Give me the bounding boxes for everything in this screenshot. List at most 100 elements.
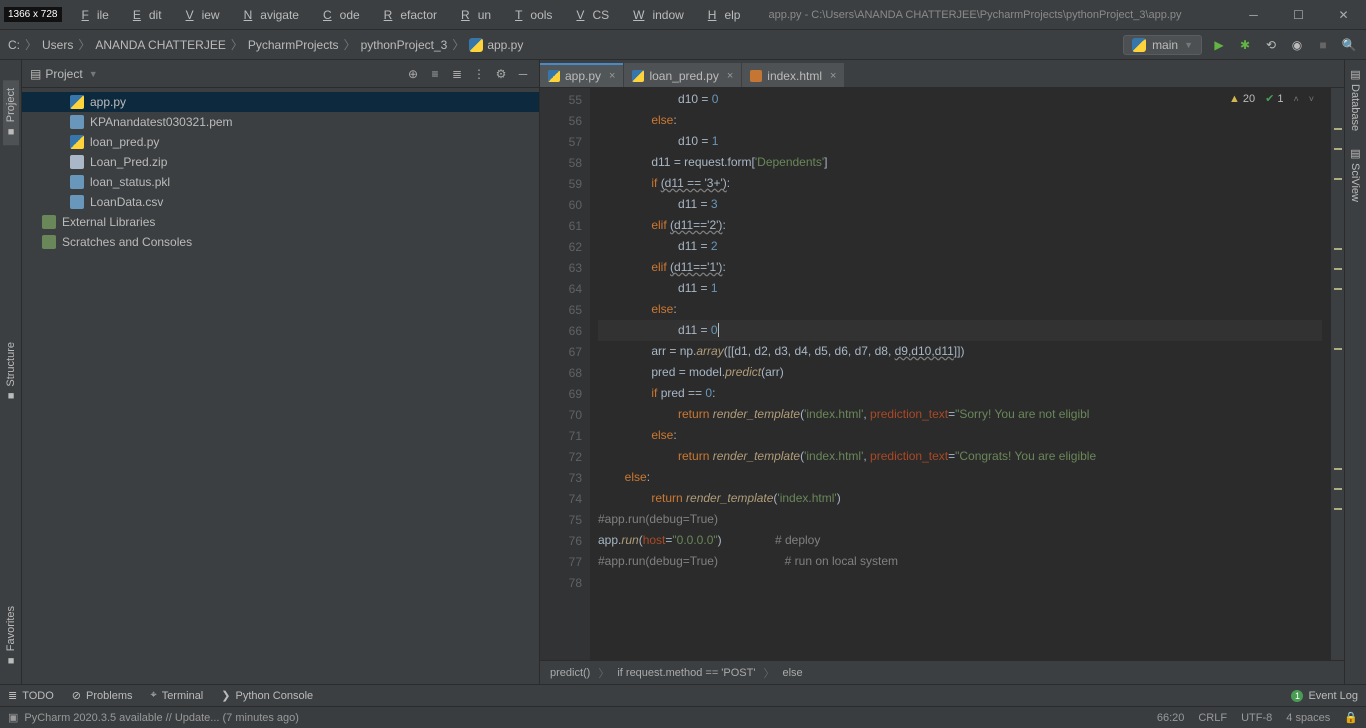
code-breadcrumb-segment[interactable]: predict() <box>550 667 590 679</box>
chevron-down-icon[interactable]: ˅ <box>1309 92 1314 105</box>
line-gutter: 5556575859606162636465666768697071727374… <box>540 88 590 660</box>
tool-terminal[interactable]: ⌖Terminal <box>150 689 203 702</box>
tool-python-console[interactable]: ❯Python Console <box>221 689 313 702</box>
tree-item[interactable]: loan_status.pkl <box>22 172 539 192</box>
breadcrumb-segment[interactable]: ANANDA CHATTERJEE <box>95 38 225 52</box>
sidebar-title: Project <box>45 67 82 81</box>
tool-tab-structure[interactable]: ■ Structure <box>3 334 19 410</box>
tree-item[interactable]: Scratches and Consoles <box>22 232 539 252</box>
run-with-coverage-button[interactable]: ⟲ <box>1262 36 1280 54</box>
editor-tab[interactable]: app.py × <box>540 63 623 87</box>
tree-item-label: loan_status.pkl <box>90 175 170 189</box>
divider-icon: ⋮ <box>471 66 487 82</box>
project-tree[interactable]: app.py KPAnandatest030321.pemloan_pred.py… <box>22 88 539 256</box>
file-icon <box>42 235 56 249</box>
code-breadcrumb-segment[interactable]: if request.method == 'POST' <box>617 667 755 679</box>
collapse-all-icon[interactable]: ≣ <box>449 66 465 82</box>
event-log-button[interactable]: 1 Event Log <box>1291 690 1358 702</box>
menu-run[interactable]: Run <box>445 0 499 29</box>
update-notification[interactable]: PyCharm 2020.3.5 available // Update... … <box>24 712 299 724</box>
menu-window[interactable]: Window <box>617 0 692 29</box>
menu-navigate[interactable]: Navigate <box>228 0 307 29</box>
debug-button[interactable]: ✱ <box>1236 36 1254 54</box>
run-button[interactable]: ▶ <box>1210 36 1228 54</box>
tree-item[interactable]: LoanData.csv <box>22 192 539 212</box>
titlebar: 1366 x 728 FileEditViewNavigateCodeRefac… <box>0 0 1366 30</box>
editor-tab[interactable]: loan_pred.py× <box>624 63 741 87</box>
menu-refactor[interactable]: Refactor <box>368 0 445 29</box>
menu-vcs[interactable]: VCS <box>560 0 617 29</box>
line-separator[interactable]: CRLF <box>1198 712 1227 724</box>
menu-code[interactable]: Code <box>307 0 368 29</box>
toolbar-icons: ▶ ✱ ⟲ ◉ ■ 🔍 <box>1210 36 1358 54</box>
file-icon <box>70 95 84 109</box>
breadcrumb-segment[interactable]: app.py <box>487 38 523 52</box>
indent-info[interactable]: 4 spaces <box>1286 712 1330 724</box>
lock-icon[interactable]: 🔒 <box>1344 711 1358 724</box>
file-icon <box>632 70 644 82</box>
tree-item[interactable]: app.py <box>22 92 539 112</box>
tool-tab-database[interactable]: ▤ Database <box>1347 60 1364 139</box>
menu-file[interactable]: File <box>66 0 117 29</box>
hide-icon[interactable]: ─ <box>515 66 531 82</box>
error-stripe[interactable] <box>1330 88 1344 660</box>
tool-tab-sciview[interactable]: ▤ SciView <box>1347 139 1364 210</box>
code-breadcrumb[interactable]: predict()〉if request.method == 'POST'〉el… <box>540 660 1344 684</box>
chevron-up-icon[interactable]: ˄ <box>1293 92 1298 105</box>
menu-help[interactable]: Help <box>692 0 749 29</box>
inspection-widget[interactable]: ▲20 ✔1 ˄ ˅ <box>1229 92 1314 105</box>
encoding[interactable]: UTF-8 <box>1241 712 1272 724</box>
caret-position[interactable]: 66:20 <box>1157 712 1185 724</box>
editor-tabs: app.py×loan_pred.py×index.html× <box>540 60 1344 88</box>
warning-icon: ▲ <box>1229 93 1240 105</box>
file-icon <box>70 155 84 169</box>
profile-button[interactable]: ◉ <box>1288 36 1306 54</box>
stop-button[interactable]: ■ <box>1314 36 1332 54</box>
code-editor[interactable]: d10 = 0 else: d10 = 1 d11 = request.form… <box>590 88 1330 660</box>
tab-label: app.py <box>565 69 601 83</box>
maximize-button[interactable]: ☐ <box>1276 0 1321 29</box>
breadcrumb-segment[interactable]: PycharmProjects <box>248 38 339 52</box>
path-breadcrumb[interactable]: C:〉Users〉ANANDA CHATTERJEE〉PycharmProjec… <box>8 36 523 53</box>
chevron-down-icon[interactable]: ▼ <box>89 69 98 79</box>
close-button[interactable]: ✕ <box>1321 0 1366 29</box>
menubar: FileEditViewNavigateCodeRefactorRunTools… <box>66 0 749 29</box>
expand-all-icon[interactable]: ≡ <box>427 66 443 82</box>
run-config-label: main <box>1152 38 1178 52</box>
close-tab-icon[interactable]: × <box>830 70 836 82</box>
status-bar: ▣ PyCharm 2020.3.5 available // Update..… <box>0 706 1366 728</box>
file-icon <box>548 70 560 82</box>
run-config-selector[interactable]: main ▼ <box>1123 35 1202 55</box>
breadcrumb-segment[interactable]: Users <box>42 38 73 52</box>
project-icon: ▤ <box>30 67 41 81</box>
python-icon <box>1132 38 1146 52</box>
menu-view[interactable]: View <box>170 0 228 29</box>
breadcrumb-segment[interactable]: C: <box>8 38 20 52</box>
close-tab-icon[interactable]: × <box>727 70 733 82</box>
search-everywhere-button[interactable]: 🔍 <box>1340 36 1358 54</box>
tree-item[interactable]: loan_pred.py <box>22 132 539 152</box>
tree-item[interactable]: KPAnandatest030321.pem <box>22 112 539 132</box>
tree-item[interactable]: External Libraries <box>22 212 539 232</box>
editor-tab[interactable]: index.html× <box>742 63 844 87</box>
tool-problems[interactable]: ⊘Problems <box>72 689 133 702</box>
minimize-button[interactable]: ─ <box>1231 0 1276 29</box>
code-breadcrumb-segment[interactable]: else <box>782 667 802 679</box>
breadcrumb-segment[interactable]: pythonProject_3 <box>361 38 448 52</box>
tool-tab-favorites[interactable]: ■ Favorites <box>3 598 19 674</box>
menu-edit[interactable]: Edit <box>117 0 170 29</box>
tool-todo[interactable]: ≣TODO <box>8 689 54 702</box>
tree-item-label: LoanData.csv <box>90 195 163 209</box>
tree-item[interactable]: Loan_Pred.zip <box>22 152 539 172</box>
locate-icon[interactable]: ⊕ <box>405 66 421 82</box>
gear-icon[interactable]: ⚙ <box>493 66 509 82</box>
window-buttons: ─ ☐ ✕ <box>1231 0 1366 29</box>
left-tool-stripe: ■ Project ■ Structure ■ Favorites <box>0 60 22 684</box>
tree-item-label: app.py <box>90 95 126 109</box>
menu-tools[interactable]: Tools <box>499 0 560 29</box>
close-tab-icon[interactable]: × <box>609 70 615 82</box>
event-log-label: Event Log <box>1308 690 1358 702</box>
window-title: app.py - C:\Users\ANANDA CHATTERJEE\Pych… <box>748 9 1231 21</box>
tool-tab-project[interactable]: ■ Project <box>3 80 19 145</box>
ide-icon[interactable]: ▣ <box>8 711 18 724</box>
